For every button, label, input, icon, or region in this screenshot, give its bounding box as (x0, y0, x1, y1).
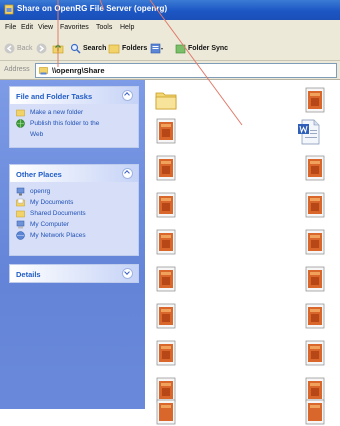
annotation-lines (57, 0, 243, 126)
